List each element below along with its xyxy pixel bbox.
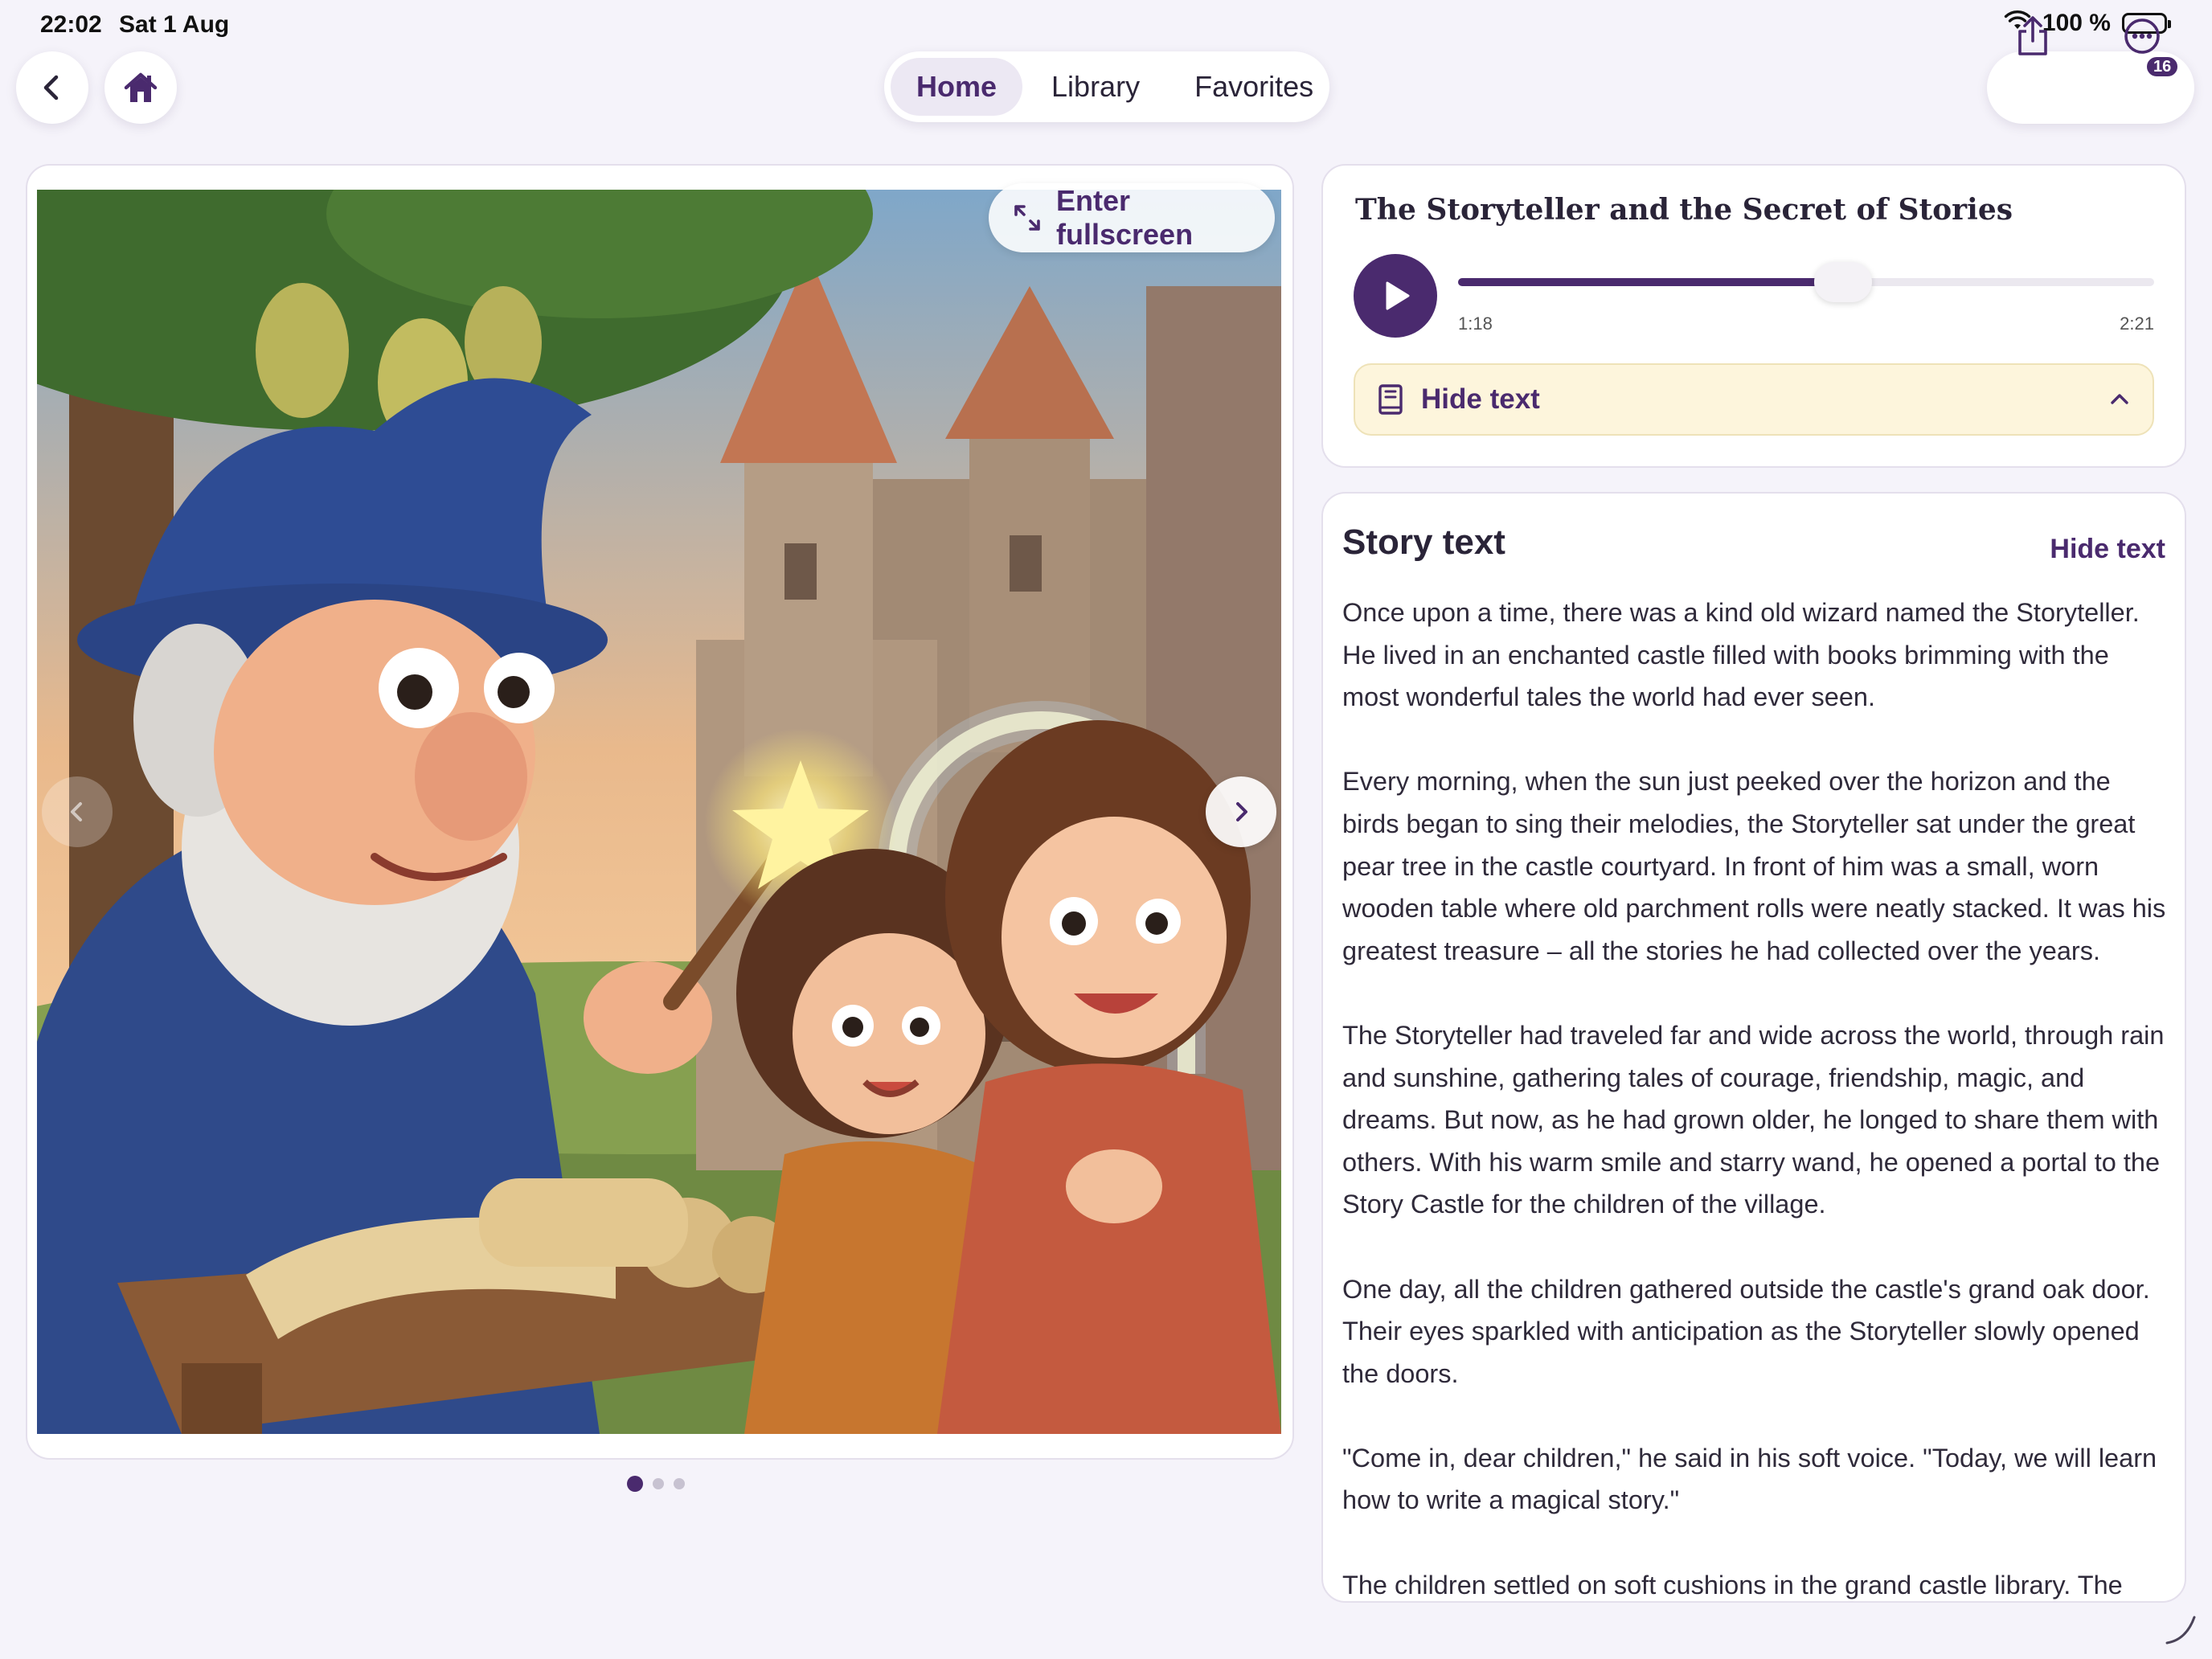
status-bar: 22:02 Sat 1 Aug 100 %: [0, 0, 2212, 51]
story-paragraph: "Come in, dear children," he said in his…: [1342, 1443, 2157, 1515]
more-icon: [2124, 18, 2160, 54]
enter-fullscreen-button[interactable]: Enter fullscreen: [989, 183, 1275, 252]
tab-home[interactable]: Home: [891, 58, 1023, 116]
next-page-button[interactable]: [1206, 776, 1276, 847]
story-paragraph: One day, all the children gathered outsi…: [1342, 1274, 2150, 1388]
tab-library[interactable]: Library: [1026, 58, 1165, 116]
tab-bar: Home Library Favorites: [884, 51, 1329, 122]
share-icon: [2018, 16, 2047, 55]
play-icon: [1386, 281, 1410, 310]
play-button[interactable]: [1354, 254, 1437, 338]
resize-handle-icon[interactable]: [2162, 1611, 2198, 1646]
home-button[interactable]: [104, 51, 177, 124]
story-title: The Storyteller and the Secret of Storie…: [1355, 193, 2013, 227]
previous-page-button[interactable]: [42, 776, 113, 847]
progress-track[interactable]: [1458, 262, 2154, 302]
chevron-right-icon: [1236, 802, 1247, 821]
page-dot-2[interactable]: [653, 1478, 664, 1489]
progress-fill: [1458, 278, 1843, 286]
story-paragraph: The Storyteller had traveled far and wid…: [1342, 1020, 2165, 1219]
page-dot-1[interactable]: [627, 1476, 643, 1492]
chevron-left-icon: [71, 802, 82, 821]
page-indicator: [627, 1476, 685, 1492]
tab-favorites[interactable]: Favorites: [1169, 58, 1339, 116]
status-time: 22:02: [40, 11, 102, 38]
hide-text-link[interactable]: Hide text: [2050, 534, 2165, 565]
hide-text-toggle[interactable]: Hide text: [1354, 363, 2154, 436]
share-button[interactable]: [2009, 13, 2056, 59]
chevron-up-icon: [2111, 394, 2128, 404]
story-text-heading: Story text: [1342, 522, 1505, 562]
illustration-art: [37, 190, 1281, 1434]
home-icon: [124, 72, 158, 102]
status-date: Sat 1 Aug: [119, 11, 230, 38]
expand-icon: [1014, 205, 1040, 231]
story-text-card: Story text Hide text Once upon a time, t…: [1321, 492, 2186, 1603]
page-dot-3[interactable]: [674, 1478, 685, 1489]
story-paragraph: Once upon a time, there was a kind old w…: [1342, 598, 2140, 712]
back-button[interactable]: [16, 51, 88, 124]
notification-badge: 16: [2144, 55, 2181, 79]
story-paragraph: The children settled on soft cushions in…: [1342, 1570, 2123, 1600]
elapsed-time: 1:18: [1458, 313, 1493, 334]
progress-thumb[interactable]: [1813, 262, 1872, 302]
story-illustration: [37, 190, 1281, 1434]
chevron-left-icon: [43, 75, 59, 100]
story-paragraph: Every morning, when the sun just peeked …: [1342, 767, 2166, 965]
book-icon: [1378, 384, 1403, 415]
hide-text-label: Hide text: [1421, 383, 1540, 415]
total-duration: 2:21: [2120, 313, 2154, 334]
more-button[interactable]: [2119, 13, 2165, 59]
story-paragraphs[interactable]: Once upon a time, there was a kind old w…: [1342, 592, 2170, 1601]
enter-fullscreen-label: Enter fullscreen: [1055, 184, 1194, 251]
